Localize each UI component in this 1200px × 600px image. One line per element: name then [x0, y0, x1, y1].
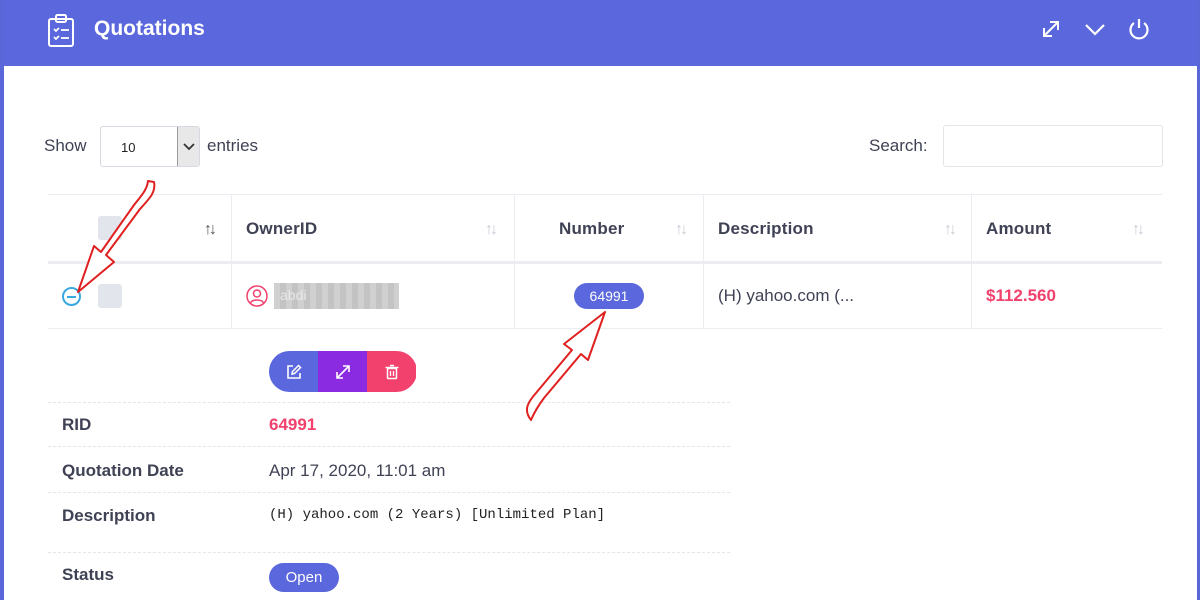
column-label: OwnerID	[246, 219, 318, 238]
column-header-select[interactable]: ↑↓	[48, 195, 232, 263]
trash-icon	[385, 364, 399, 380]
quotation-date-value: Apr 17, 2020, 11:01 am	[269, 461, 446, 480]
chevron-down-icon[interactable]	[1082, 16, 1108, 42]
number-badge[interactable]: 64991	[574, 283, 644, 309]
column-label: Amount	[986, 219, 1052, 238]
row-checkbox[interactable]	[98, 284, 122, 308]
column-header-description[interactable]: Description ↑↓	[704, 195, 972, 263]
select-all-checkbox[interactable]	[98, 216, 122, 240]
sort-icon[interactable]: ↑↓	[1132, 221, 1145, 239]
column-header-number[interactable]: Number ↑↓	[515, 195, 704, 263]
sort-icon[interactable]: ↑↓	[944, 221, 957, 239]
description-cell: (H) yahoo.com (...	[718, 286, 855, 305]
owner-id[interactable]: abdi	[274, 283, 399, 309]
power-icon[interactable]	[1126, 16, 1152, 42]
detail-label: Status	[62, 565, 114, 584]
detail-label: RID	[62, 415, 92, 434]
divider	[48, 446, 730, 447]
quotations-table: ↑↓ OwnerID ↑↓ Number ↑↓ Description ↑↓ A…	[48, 194, 1162, 600]
search-input[interactable]	[943, 125, 1163, 167]
clipboard-icon	[48, 14, 74, 47]
entries-value: 10	[121, 140, 136, 155]
entries-label: entries	[207, 136, 259, 155]
quotations-panel: Quotations Show 10 entries Search: ↑↓ Ow…	[0, 0, 1200, 600]
rid-value: 64991	[269, 415, 317, 434]
column-label: Description	[718, 219, 814, 238]
show-label: Show	[44, 136, 87, 155]
column-header-amount[interactable]: Amount ↑↓	[972, 195, 1162, 263]
column-label: Number	[559, 219, 625, 238]
open-button[interactable]	[318, 351, 367, 392]
sort-icon[interactable]: ↑↓	[204, 221, 217, 239]
expand-icon[interactable]	[1038, 16, 1064, 42]
status-badge[interactable]: Open	[269, 563, 339, 592]
page-title: Quotations	[94, 17, 205, 40]
edit-button[interactable]	[269, 351, 318, 392]
edit-icon	[287, 364, 302, 379]
divider	[48, 402, 730, 403]
expand-icon	[336, 365, 350, 379]
panel-header: Quotations	[4, 0, 1197, 66]
description-value: (H) yahoo.com (2 Years) [Unlimited Plan]	[269, 507, 606, 523]
row-actions	[269, 351, 417, 392]
chevron-down-icon	[183, 143, 195, 151]
detail-label: Description	[62, 506, 156, 525]
row-divider	[48, 328, 1162, 329]
sort-icon[interactable]: ↑↓	[485, 221, 498, 239]
detail-label: Quotation Date	[62, 461, 184, 480]
entries-select[interactable]: 10	[100, 126, 200, 167]
user-icon	[246, 285, 268, 307]
sort-icon[interactable]: ↑↓	[675, 221, 688, 239]
search-label: Search:	[869, 136, 928, 155]
select-arrow[interactable]	[177, 127, 199, 166]
amount-cell: $112.560	[986, 286, 1056, 305]
collapse-row-icon[interactable]	[62, 287, 81, 306]
divider	[48, 492, 730, 493]
divider	[48, 552, 730, 553]
delete-button[interactable]	[367, 351, 416, 392]
column-header-owner[interactable]: OwnerID ↑↓	[232, 195, 515, 263]
